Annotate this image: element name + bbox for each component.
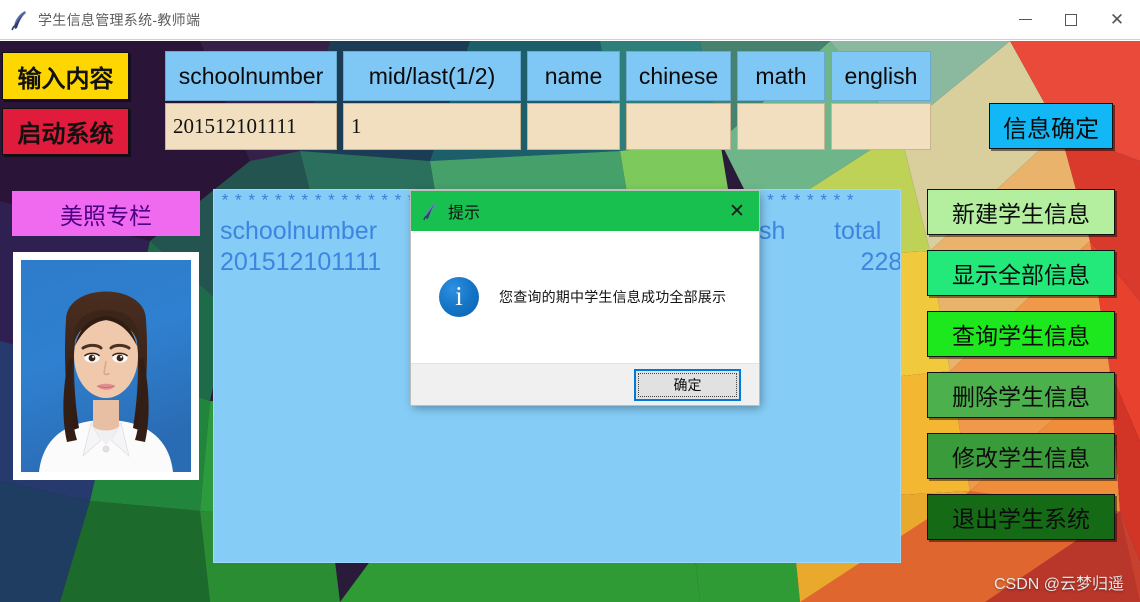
new-student-button[interactable]: 新建学生信息 bbox=[927, 189, 1115, 235]
field-math: math bbox=[737, 51, 825, 150]
dialog-title-bar: 提示 ✕ bbox=[411, 191, 759, 231]
watermark: CSDN @云梦归遥 bbox=[993, 576, 1124, 593]
dialog-close-button[interactable]: ✕ bbox=[715, 191, 759, 231]
delete-student-button[interactable]: 删除学生信息 bbox=[927, 372, 1115, 418]
input-schoolnumber[interactable]: 201512101111 bbox=[165, 103, 337, 150]
field-chinese: chinese bbox=[626, 51, 731, 150]
field-name: name bbox=[527, 51, 620, 150]
maximize-icon bbox=[1065, 13, 1077, 26]
application-window: 学生信息管理系统-教师端 ✕ 输入内容 启动系统 schoolnumber 20… bbox=[0, 0, 1140, 602]
field-midlast: mid/last(1/2) 1 bbox=[343, 51, 521, 150]
dialog-title: 提示 bbox=[448, 205, 481, 222]
input-chinese[interactable] bbox=[626, 103, 731, 150]
close-button[interactable]: ✕ bbox=[1094, 0, 1140, 40]
minimize-icon bbox=[1018, 19, 1032, 20]
window-controls: ✕ bbox=[1002, 0, 1140, 40]
photo-frame bbox=[13, 252, 199, 480]
message-dialog: 提示 ✕ i 您查询的期中学生信息成功全部展示 确定 bbox=[411, 191, 759, 405]
maximize-button[interactable] bbox=[1048, 0, 1094, 40]
input-midlast[interactable]: 1 bbox=[343, 103, 521, 150]
dialog-ok-button[interactable]: 确定 bbox=[634, 368, 741, 401]
photo-section-header: 美照专栏 bbox=[12, 191, 200, 236]
feather-icon bbox=[423, 201, 439, 221]
info-icon: i bbox=[439, 277, 479, 317]
dialog-footer: 确定 bbox=[411, 363, 759, 405]
field-schoolnumber: schoolnumber 201512101111 bbox=[165, 51, 337, 150]
input-content-button[interactable]: 输入内容 bbox=[2, 52, 129, 100]
field-label-chinese: chinese bbox=[626, 51, 731, 101]
dialog-body: i 您查询的期中学生信息成功全部展示 bbox=[411, 231, 759, 363]
field-label-math: math bbox=[737, 51, 825, 101]
start-system-button[interactable]: 启动系统 bbox=[2, 108, 129, 155]
field-label-name: name bbox=[527, 51, 620, 101]
close-icon: ✕ bbox=[1109, 10, 1125, 29]
dialog-message: 您查询的期中学生信息成功全部展示 bbox=[499, 289, 727, 305]
field-label-schoolnumber: schoolnumber bbox=[165, 51, 337, 101]
field-english: english bbox=[831, 51, 931, 150]
title-bar: 学生信息管理系统-教师端 ✕ bbox=[0, 0, 1140, 40]
student-portrait bbox=[21, 260, 191, 472]
input-field-group: schoolnumber 201512101111 mid/last(1/2) … bbox=[165, 51, 931, 150]
window-title: 学生信息管理系统-教师端 bbox=[38, 11, 201, 28]
input-name[interactable] bbox=[527, 103, 620, 150]
modify-student-button[interactable]: 修改学生信息 bbox=[927, 433, 1115, 479]
query-student-button[interactable]: 查询学生信息 bbox=[927, 311, 1115, 357]
feather-icon bbox=[11, 9, 29, 31]
action-button-column: 新建学生信息 显示全部信息 查询学生信息 删除学生信息 修改学生信息 退出学生系… bbox=[927, 189, 1115, 540]
minimize-button[interactable] bbox=[1002, 0, 1048, 40]
input-english[interactable] bbox=[831, 103, 931, 150]
show-all-button[interactable]: 显示全部信息 bbox=[927, 250, 1115, 296]
input-math[interactable] bbox=[737, 103, 825, 150]
confirm-info-button[interactable]: 信息确定 bbox=[989, 103, 1113, 149]
field-label-english: english bbox=[831, 51, 931, 101]
field-label-midlast: mid/last(1/2) bbox=[343, 51, 521, 101]
close-icon: ✕ bbox=[729, 200, 745, 222]
exit-system-button[interactable]: 退出学生系统 bbox=[927, 494, 1115, 540]
